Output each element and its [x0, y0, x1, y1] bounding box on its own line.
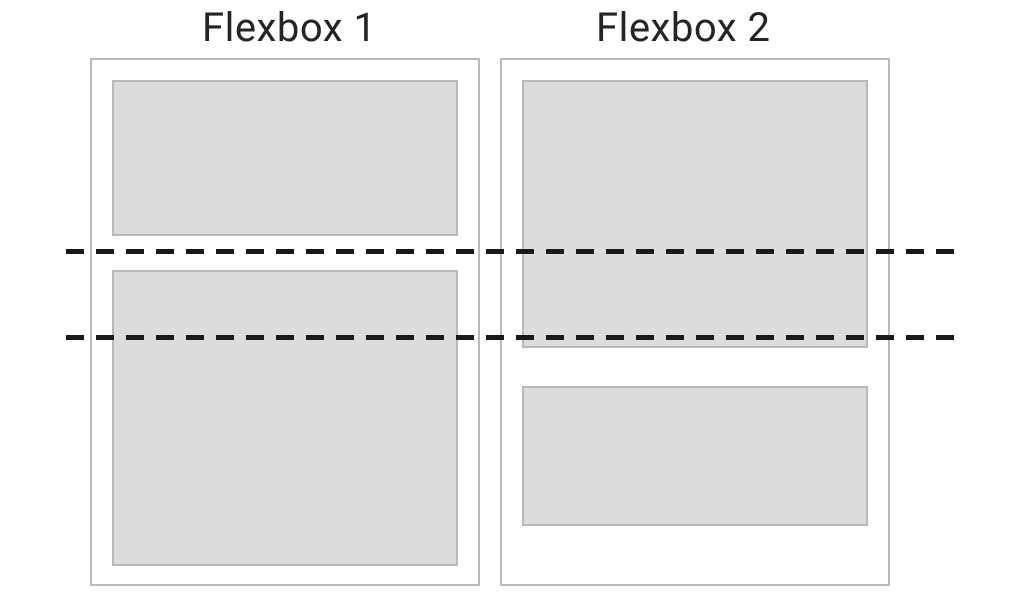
heading-flexbox-2: Flexbox 2 [596, 4, 771, 51]
flexbox2-item-bottom [522, 386, 868, 526]
flexbox-container-1 [90, 58, 480, 586]
alignment-guide-line-lower [66, 335, 958, 340]
diagram-stage: Flexbox 1 Flexbox 2 [0, 0, 1024, 608]
heading-flexbox-1: Flexbox 1 [202, 4, 377, 51]
flexbox1-item-bottom [112, 270, 458, 566]
alignment-guide-line-upper [66, 249, 958, 254]
flexbox1-item-top [112, 80, 458, 236]
flexbox2-item-top [522, 80, 868, 348]
flexbox-container-2 [500, 58, 890, 586]
